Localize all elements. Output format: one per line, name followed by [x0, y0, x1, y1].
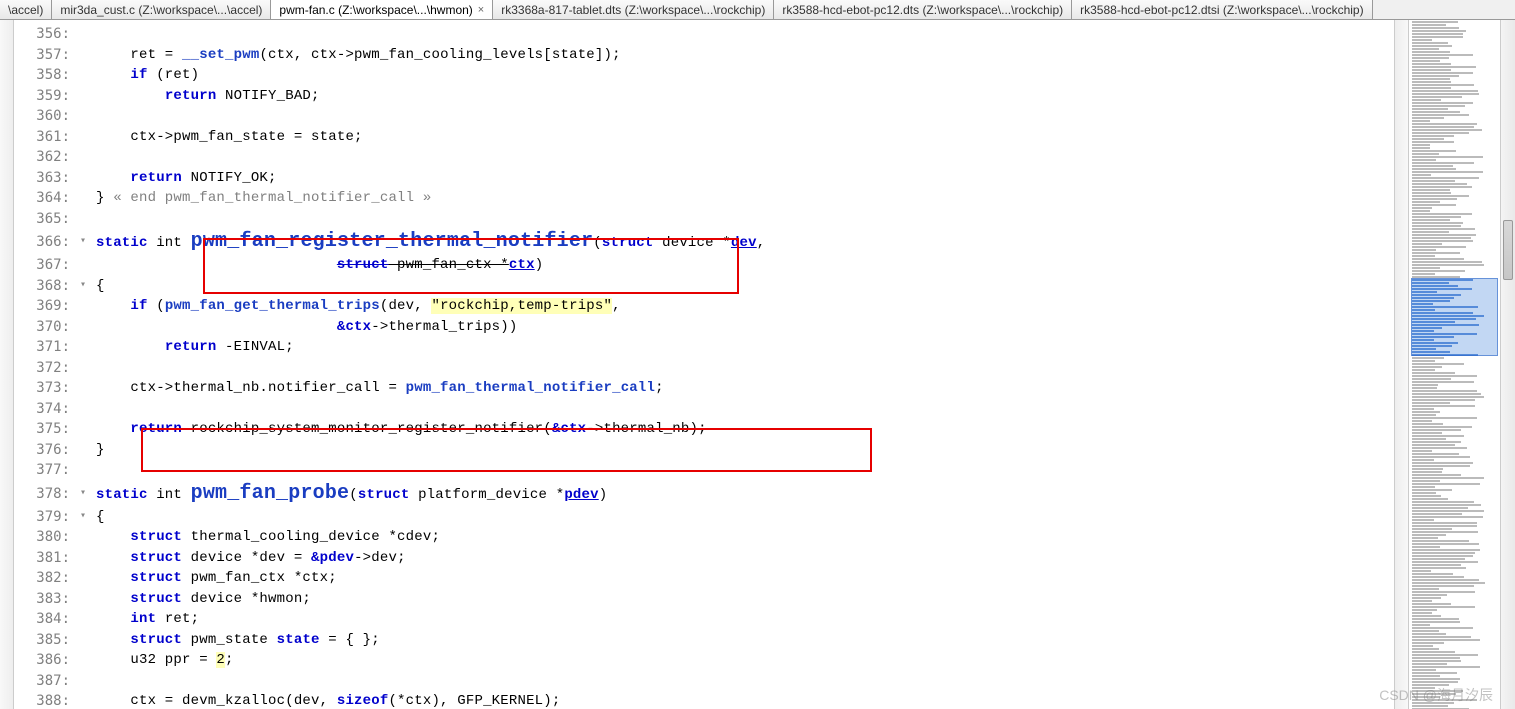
- line-number: 371: [14, 337, 76, 358]
- line-number: 356: [14, 24, 76, 45]
- tab-bar: \accel) mir3da_cust.c (Z:\workspace\...\…: [0, 0, 1515, 20]
- line-number: 377: [14, 460, 76, 481]
- line-number: 363: [14, 168, 76, 189]
- line-number: 370: [14, 317, 76, 338]
- line-number: 364: [14, 188, 76, 209]
- line-number: 369: [14, 296, 76, 317]
- line-number: 375: [14, 419, 76, 440]
- code-editor[interactable]: 356 357 ret = __set_pwm(ctx, ctx->pwm_fa…: [14, 20, 1394, 709]
- line-number: 362: [14, 147, 76, 168]
- close-icon[interactable]: ×: [478, 4, 484, 16]
- line-number: 373: [14, 378, 76, 399]
- line-number: 384: [14, 609, 76, 630]
- line-number: 385: [14, 630, 76, 651]
- line-number: 372: [14, 358, 76, 379]
- line-number: 360: [14, 106, 76, 127]
- tab-5[interactable]: rk3588-hcd-ebot-pc12.dtsi (Z:\workspace\…: [1072, 0, 1372, 19]
- function-name: pwm_fan_probe: [191, 482, 350, 505]
- line-number: 365: [14, 209, 76, 230]
- minimap-viewport[interactable]: [1411, 278, 1498, 356]
- function-name: pwm_fan_register_thermal_notifier: [191, 230, 594, 253]
- line-number: 388: [14, 691, 76, 709]
- right-margin: [1394, 20, 1408, 709]
- line-number: 380: [14, 527, 76, 548]
- line-number: 374: [14, 399, 76, 420]
- line-number: 378: [14, 481, 76, 507]
- editor-wrap: 356 357 ret = __set_pwm(ctx, ctx->pwm_fa…: [0, 20, 1515, 709]
- scrollbar-thumb[interactable]: [1503, 220, 1513, 280]
- line-number: 368: [14, 276, 76, 297]
- line-number: 357: [14, 45, 76, 66]
- line-number: 376: [14, 440, 76, 461]
- line-number: 387: [14, 671, 76, 692]
- left-margin: [0, 20, 14, 709]
- vertical-scrollbar[interactable]: [1500, 20, 1515, 709]
- line-number: 382: [14, 568, 76, 589]
- tab-3[interactable]: rk3368a-817-tablet.dts (Z:\workspace\...…: [493, 0, 774, 19]
- line-number: 358: [14, 65, 76, 86]
- line-number: 367: [14, 255, 76, 276]
- minimap[interactable]: [1408, 20, 1500, 709]
- line-number: 379: [14, 507, 76, 528]
- line-number: 366: [14, 229, 76, 255]
- tab-4[interactable]: rk3588-hcd-ebot-pc12.dts (Z:\workspace\.…: [774, 0, 1072, 19]
- line-number: 359: [14, 86, 76, 107]
- line-number: 361: [14, 127, 76, 148]
- tab-1[interactable]: mir3da_cust.c (Z:\workspace\...\accel): [52, 0, 271, 19]
- tab-2[interactable]: pwm-fan.c (Z:\workspace\...\hwmon)×: [271, 0, 493, 19]
- line-number: 381: [14, 548, 76, 569]
- line-number: 386: [14, 650, 76, 671]
- line-number: 383: [14, 589, 76, 610]
- tab-0[interactable]: \accel): [0, 0, 52, 19]
